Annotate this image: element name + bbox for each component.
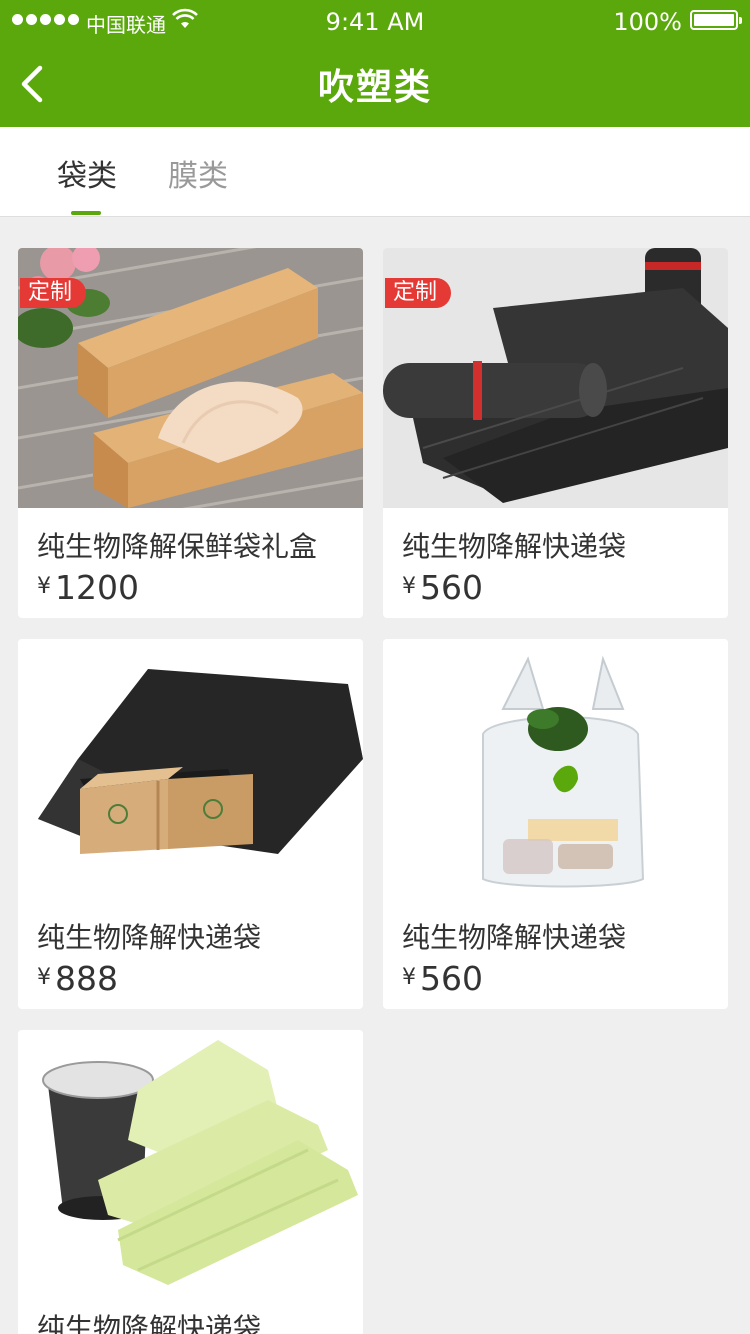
custom-tag-badge: 定制 xyxy=(20,278,87,308)
product-price: ¥1200 xyxy=(37,568,139,607)
product-title: 纯生物降解快递袋 xyxy=(402,921,627,954)
product-price: ¥888 xyxy=(37,959,118,998)
product-card[interactable]: 定制 纯生物降解快递袋 ¥560 xyxy=(383,248,728,618)
app-header: 中国联通 9:41 AM 100% 吹塑类 xyxy=(0,0,750,127)
battery-icon xyxy=(690,10,742,30)
product-title: 纯生物降解快递袋 xyxy=(37,1312,262,1334)
tab-bags[interactable]: 袋类 xyxy=(57,151,117,195)
status-bar: 中国联通 9:41 AM 100% xyxy=(0,0,750,44)
shopping-bag-image xyxy=(383,639,728,899)
price-value: 560 xyxy=(420,959,483,998)
custom-tag-badge: 定制 xyxy=(385,278,452,308)
black-mailer-bag-image xyxy=(18,639,363,899)
product-title: 纯生物降解快递袋 xyxy=(37,921,262,954)
yellow-trash-bags-image xyxy=(18,1030,363,1290)
product-card[interactable]: 纯生物降解快递袋 ¥888 xyxy=(18,639,363,1009)
product-card[interactable]: 纯生物降解快递袋 xyxy=(18,1030,363,1334)
product-price: ¥560 xyxy=(402,959,483,998)
product-card[interactable]: 纯生物降解快递袋 ¥560 xyxy=(383,639,728,1009)
currency-symbol: ¥ xyxy=(402,965,416,990)
product-title: 纯生物降解快递袋 xyxy=(402,530,627,563)
price-value: 560 xyxy=(420,568,483,607)
currency-symbol: ¥ xyxy=(37,574,51,599)
product-title: 纯生物降解保鲜袋礼盒 xyxy=(37,530,318,563)
currency-symbol: ¥ xyxy=(402,574,416,599)
price-value: 1200 xyxy=(55,568,139,607)
product-card[interactable]: 定制 纯生物降解保鲜袋礼盒 ¥1200 xyxy=(18,248,363,618)
price-value: 888 xyxy=(55,959,118,998)
product-price: ¥560 xyxy=(402,568,483,607)
active-tab-indicator xyxy=(71,211,101,215)
currency-symbol: ¥ xyxy=(37,965,51,990)
page-title: 吹塑类 xyxy=(317,67,432,108)
tab-films[interactable]: 膜类 xyxy=(168,151,228,195)
category-tabs: 袋类 膜类 xyxy=(0,127,750,217)
battery-percentage: 100% xyxy=(613,8,682,36)
